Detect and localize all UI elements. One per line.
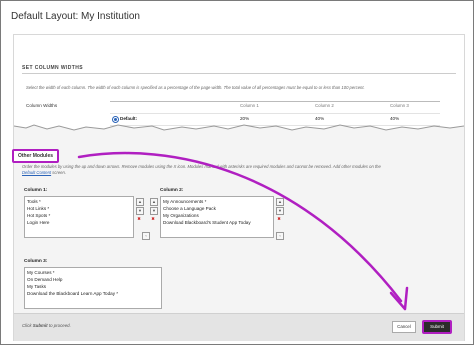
col2-side-up-button[interactable]: ▲ (276, 198, 284, 206)
page-title: Default Layout: My Institution (11, 11, 140, 22)
list-item[interactable]: My Organizations (163, 213, 199, 218)
content-card: SET COLUMN WIDTHS Select the width of ea… (12, 34, 465, 341)
list-item[interactable]: Tools * (27, 199, 41, 204)
footer-text-submit: Submit (32, 323, 48, 328)
submit-button[interactable]: Submit (422, 320, 452, 334)
list-item[interactable]: On Demand Help (27, 277, 63, 282)
column-1-width: 20% (240, 116, 250, 121)
col2-down-button[interactable]: ▼ (150, 207, 158, 215)
default-label: Default: (120, 116, 138, 121)
list-item[interactable]: My Tasks (27, 284, 46, 289)
set-column-widths-section: SET COLUMN WIDTHS Select the width of ea… (14, 35, 464, 130)
torn-edge (14, 124, 464, 135)
col1-move-button[interactable]: ‹ (142, 232, 150, 240)
col2-side-remove-icon[interactable]: ✖ (276, 216, 282, 222)
column-3-label: Column 3: (24, 259, 48, 264)
col1-down-button[interactable]: ▼ (136, 207, 144, 215)
list-item[interactable]: Hot Spots * (27, 213, 50, 218)
column-3-width: 40% (390, 116, 400, 121)
submit-footer: Click Submit to proceed. Cancel Submit (14, 313, 464, 341)
column-widths-table: Column 1 Column 2 Column 3 Default: 20% … (110, 101, 440, 126)
col2-side-down-button[interactable]: ▼ (276, 207, 284, 215)
column-1-header: Column 1 (240, 103, 259, 108)
default-content-link[interactable]: Default Content (22, 170, 51, 175)
section-divider (22, 73, 456, 74)
list-item[interactable]: Choose a Language Pack (163, 206, 216, 211)
column-2-listbox[interactable]: My Announcements * Choose a Language Pac… (160, 196, 274, 238)
list-item[interactable]: Login Here (27, 220, 49, 225)
instructions-line-2: screen. (51, 170, 67, 175)
other-modules-button[interactable]: Other Modules (12, 149, 60, 163)
cancel-button[interactable]: Cancel (392, 321, 416, 333)
column-widths-label: Column Widths (26, 103, 58, 108)
footer-text-rest: to proceed. (47, 323, 71, 328)
col2-remove-icon[interactable]: ✖ (150, 216, 156, 222)
column-3-header: Column 3 (390, 103, 409, 108)
column-2-width: 40% (315, 116, 325, 121)
list-item[interactable]: My Announcements * (163, 199, 206, 204)
other-modules-instructions: Order the modules by using the up and do… (22, 164, 381, 176)
list-item[interactable]: My Courses * (27, 270, 55, 275)
column-1-listbox[interactable]: Tools * Hot Links * Hot Spots * Login He… (24, 196, 134, 238)
page-frame: Default Layout: My Institution SET COLUM… (0, 0, 474, 345)
list-item[interactable]: Download Blackboard's Student App Today (163, 220, 251, 225)
column-width-instructions: Select the width of each column. The wid… (26, 85, 365, 90)
instructions-line-1: Order the modules by using the up and do… (22, 164, 381, 169)
col2-move-button[interactable]: ‹ (276, 232, 284, 240)
footer-text-click: Click (22, 323, 33, 328)
col1-remove-icon[interactable]: ✖ (136, 216, 142, 222)
col2-up-button[interactable]: ▲ (150, 198, 158, 206)
list-item[interactable]: Hot Links * (27, 206, 49, 211)
section-heading: SET COLUMN WIDTHS (22, 65, 83, 71)
col1-up-button[interactable]: ▲ (136, 198, 144, 206)
column-2-label: Column 2: (160, 188, 184, 193)
column-3-listbox[interactable]: My Courses * On Demand Help My Tasks Dow… (24, 267, 162, 309)
list-item[interactable]: Download the Blackboard Learn App Today … (27, 291, 118, 296)
column-1-label: Column 1: (24, 188, 48, 193)
footer-instructions: Click Submit to proceed. (22, 323, 71, 328)
default-radio[interactable] (112, 116, 119, 123)
column-2-header: Column 2 (315, 103, 334, 108)
